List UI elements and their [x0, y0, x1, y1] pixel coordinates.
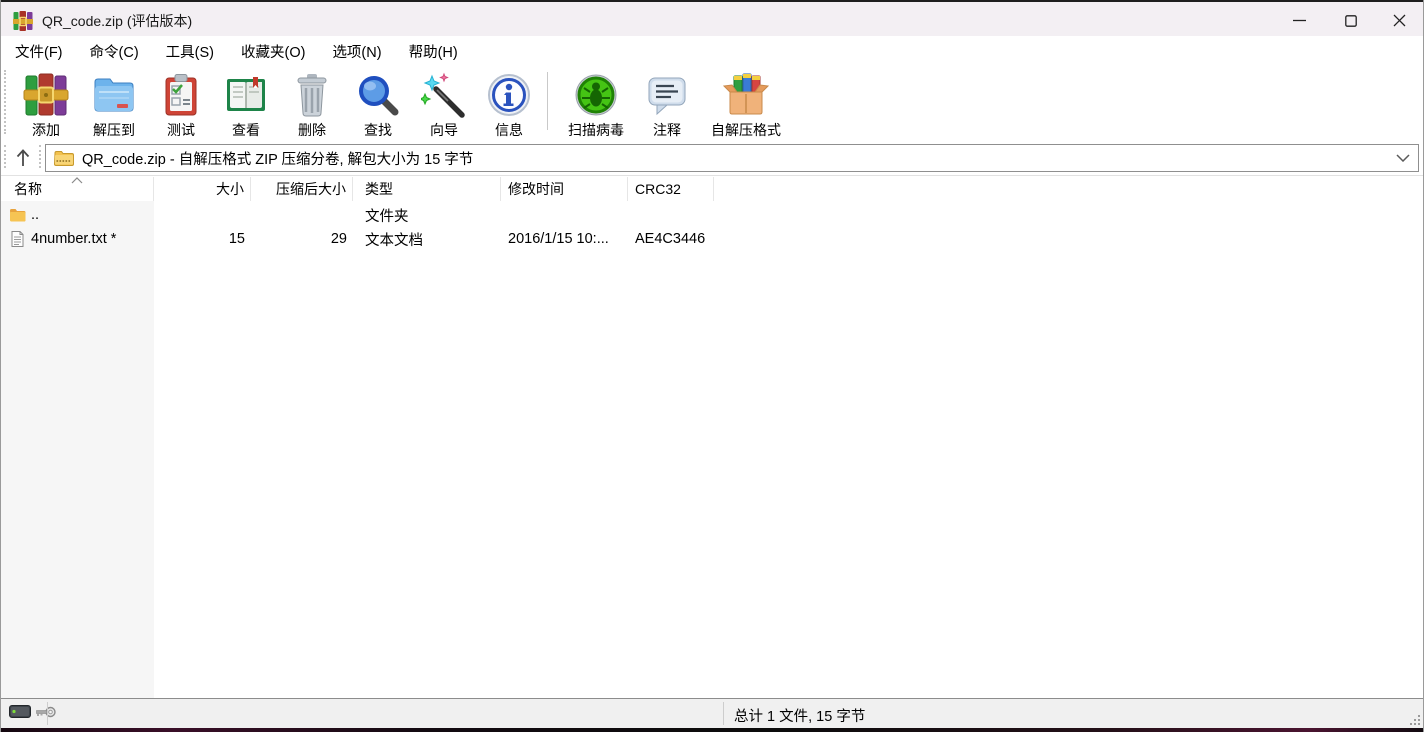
column-header-packed[interactable]: 压缩后大小 — [251, 177, 353, 201]
column-crc32-label: CRC32 — [635, 181, 681, 197]
test-label: 测试 — [167, 120, 195, 140]
drive-status-icon — [9, 705, 31, 718]
text-file-icon — [9, 231, 26, 247]
wizard-button[interactable]: 向导 — [411, 64, 477, 140]
up-directory-button[interactable] — [9, 144, 37, 172]
file-name: .. — [31, 207, 39, 223]
virus-scan-button[interactable]: 扫描病毒 — [554, 64, 638, 140]
menu-options[interactable]: 选项(N) — [332, 41, 381, 62]
maximize-button[interactable] — [1328, 4, 1374, 37]
find-button[interactable]: 查找 — [345, 64, 411, 140]
statusbar-separator — [723, 702, 724, 725]
column-header-size[interactable]: 大小 — [154, 177, 251, 201]
column-header-modified[interactable]: 修改时间 — [501, 177, 628, 201]
status-bar: 总计 1 文件, 15 字节 — [1, 698, 1423, 728]
delete-icon — [288, 71, 336, 119]
virus-scan-icon — [572, 71, 620, 119]
file-crc32: AE4C3446 — [628, 231, 714, 247]
address-gripper — [39, 145, 41, 168]
toolbar-separator — [547, 72, 548, 130]
info-label: 信息 — [495, 120, 523, 140]
file-list: 名称 大小 压缩后大小 类型 修改时间 CRC32 .. 文件夹 — [1, 177, 1423, 698]
info-icon — [485, 71, 533, 119]
file-type: 文件夹 — [353, 205, 501, 226]
menu-file[interactable]: 文件(F) — [15, 41, 63, 62]
test-button[interactable]: 测试 — [149, 64, 213, 140]
table-row-parent-dir[interactable]: .. 文件夹 — [1, 203, 1423, 227]
delete-button[interactable]: 删除 — [279, 64, 345, 140]
comment-button[interactable]: 注释 — [638, 64, 696, 140]
view-button[interactable]: 查看 — [213, 64, 279, 140]
archive-path-text: QR_code.zip - 自解压格式 ZIP 压缩分卷, 解包大小为 15 字… — [82, 148, 1390, 169]
sorted-column-shade — [1, 201, 154, 698]
delete-label: 删除 — [298, 120, 326, 140]
menu-help[interactable]: 帮助(H) — [409, 41, 458, 62]
info-button[interactable]: 信息 — [477, 64, 541, 140]
minimize-button[interactable] — [1276, 4, 1322, 37]
zip-folder-icon — [54, 150, 74, 166]
find-icon — [354, 71, 402, 119]
column-size-label: 大小 — [216, 179, 244, 199]
extract-to-button[interactable]: 解压到 — [79, 64, 149, 140]
column-type-label: 类型 — [365, 179, 393, 199]
comment-label: 注释 — [653, 120, 681, 140]
address-bar: QR_code.zip - 自解压格式 ZIP 压缩分卷, 解包大小为 15 字… — [1, 140, 1423, 176]
extract-to-icon — [90, 71, 138, 119]
sfx-icon — [722, 71, 770, 119]
sfx-button[interactable]: 自解压格式 — [696, 64, 796, 140]
add-button[interactable]: 添加 — [13, 64, 79, 140]
close-button[interactable] — [1376, 4, 1422, 37]
wizard-label: 向导 — [430, 120, 458, 140]
window-title: QR_code.zip (评估版本) — [42, 11, 192, 31]
column-name-label: 名称 — [14, 179, 42, 199]
column-header-name[interactable]: 名称 — [1, 177, 154, 201]
key-status-icon — [36, 706, 56, 718]
find-label: 查找 — [364, 120, 392, 140]
statusbar-separator — [47, 702, 48, 725]
virus-scan-label: 扫描病毒 — [568, 120, 624, 140]
sfx-label: 自解压格式 — [711, 120, 781, 140]
menu-bar: 文件(F) 命令(C) 工具(S) 收藏夹(O) 选项(N) 帮助(H) — [1, 38, 1423, 64]
add-label: 添加 — [32, 120, 60, 140]
winrar-app-icon — [13, 11, 33, 31]
title-bar: QR_code.zip (评估版本) — [1, 0, 1423, 36]
test-icon — [157, 71, 205, 119]
column-headers: 名称 大小 压缩后大小 类型 修改时间 CRC32 — [1, 177, 1423, 201]
file-name: 4number.txt * — [31, 231, 116, 247]
comment-icon — [643, 71, 691, 119]
extract-to-label: 解压到 — [93, 120, 135, 140]
column-header-crc32[interactable]: CRC32 — [628, 177, 714, 201]
sort-ascending-icon — [71, 177, 83, 184]
view-label: 查看 — [232, 120, 260, 140]
file-packed-size: 29 — [251, 231, 353, 247]
menu-favorites[interactable]: 收藏夹(O) — [241, 41, 305, 62]
column-header-type[interactable]: 类型 — [353, 177, 501, 201]
column-modified-label: 修改时间 — [508, 179, 564, 199]
folder-icon — [9, 207, 26, 223]
resize-grip[interactable] — [1408, 713, 1420, 725]
file-modified: 2016/1/15 10:... — [501, 231, 628, 247]
menu-commands[interactable]: 命令(C) — [90, 41, 139, 62]
total-summary: 总计 1 文件, 15 字节 — [734, 705, 865, 726]
wizard-icon — [420, 71, 468, 119]
menu-tools[interactable]: 工具(S) — [166, 41, 214, 62]
file-size: 15 — [154, 231, 251, 247]
chevron-down-icon[interactable] — [1396, 154, 1410, 162]
toolbar: 添加 解压到 — [1, 64, 1423, 140]
column-packed-label: 压缩后大小 — [276, 179, 346, 199]
file-type: 文本文档 — [353, 229, 501, 250]
view-icon — [222, 71, 270, 119]
add-archive-icon — [22, 71, 70, 119]
file-rows: .. 文件夹 4numbe — [1, 203, 1423, 251]
winrar-window: QR_code.zip (评估版本) 文件(F) 命令(C) 工具(S) 收藏夹… — [0, 0, 1424, 732]
table-row-file[interactable]: 4number.txt * 15 29 文本文档 2016/1/15 10:..… — [1, 227, 1423, 251]
archive-path-combobox[interactable]: QR_code.zip - 自解压格式 ZIP 压缩分卷, 解包大小为 15 字… — [45, 144, 1419, 172]
screen-edge — [1, 728, 1423, 732]
